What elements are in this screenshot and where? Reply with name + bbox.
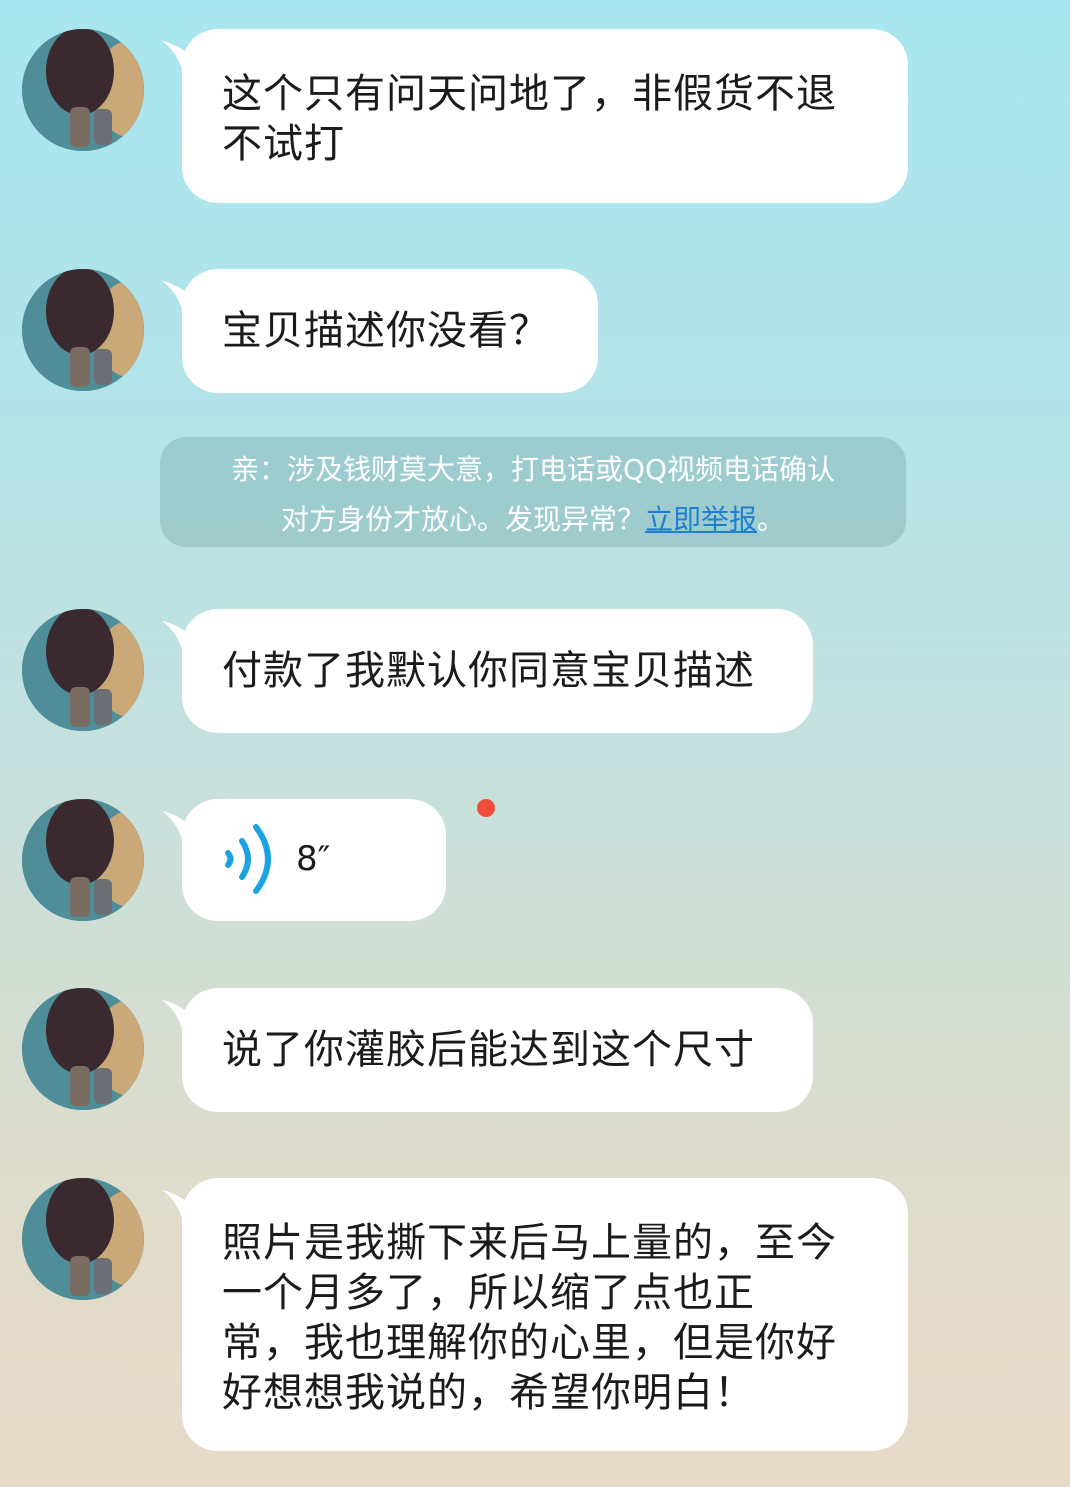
message-bubble[interactable]: 付款了我默认你同意宝贝描述 (182, 609, 813, 733)
voice-wave-icon (225, 824, 271, 894)
avatar[interactable] (22, 1178, 144, 1300)
unread-dot (477, 799, 495, 817)
voice-message-bubble[interactable]: 8″ (182, 799, 446, 921)
avatar[interactable] (22, 609, 144, 731)
message-bubble[interactable]: 说了你灌胶后能达到这个尺寸 (182, 988, 813, 1112)
notice-line-1: 亲：涉及钱财莫大意，打电话或QQ视频电话确认 (230, 453, 836, 486)
notice-line-2-prefix: 对方身份才放心。发现异常？ (280, 503, 645, 536)
voice-duration: 8″ (296, 839, 331, 879)
message-text: 付款了我默认你同意宝贝描述 (222, 648, 755, 694)
message-text: 照片是我撕下来后马上量的，至今 一个月多了，所以缩了点也正 常，我也理解你的心里… (222, 1220, 837, 1416)
notice-line-2: 对方身份才放心。发现异常？立即举报。 (182, 495, 884, 545)
message-bubble[interactable]: 照片是我撕下来后马上量的，至今 一个月多了，所以缩了点也正 常，我也理解你的心里… (182, 1178, 908, 1451)
message-text: 宝贝描述你没看？ (222, 308, 550, 354)
avatar[interactable] (22, 269, 144, 391)
safety-notice: 亲：涉及钱财莫大意，打电话或QQ视频电话确认 对方身份才放心。发现异常？立即举报… (160, 437, 906, 547)
avatar[interactable] (22, 799, 144, 921)
message-bubble[interactable]: 这个只有问天问地了，非假货不退 不试打 (182, 29, 908, 203)
avatar[interactable] (22, 988, 144, 1110)
message-bubble[interactable]: 宝贝描述你没看？ (182, 269, 598, 393)
message-text: 说了你灌胶后能达到这个尺寸 (222, 1027, 755, 1073)
message-text: 这个只有问天问地了，非假货不退 不试打 (222, 71, 837, 167)
notice-line-2-suffix: 。 (757, 503, 786, 536)
report-link[interactable]: 立即举报 (645, 503, 757, 536)
avatar[interactable] (22, 29, 144, 151)
